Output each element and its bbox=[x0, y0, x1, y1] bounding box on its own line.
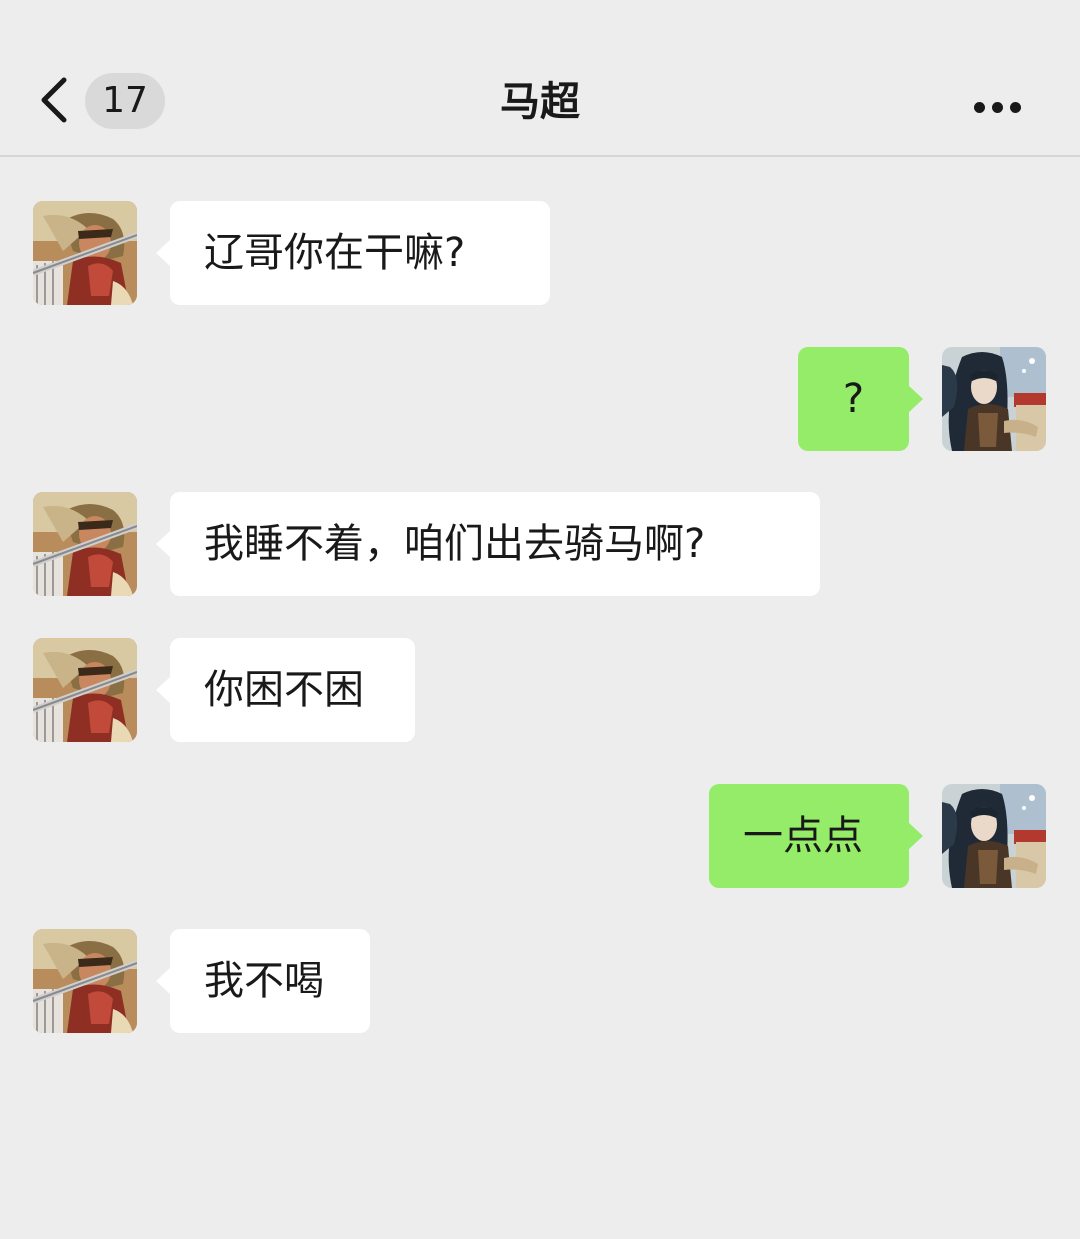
unread-count-badge[interactable]: 17 bbox=[85, 73, 165, 129]
message-bubble-outgoing[interactable]: ? bbox=[798, 347, 923, 451]
more-options-button[interactable] bbox=[962, 78, 1032, 132]
back-button[interactable] bbox=[30, 68, 80, 132]
message-bubble-outgoing[interactable]: 一点点 bbox=[709, 784, 923, 888]
my-avatar[interactable] bbox=[942, 347, 1046, 451]
my-avatar[interactable] bbox=[942, 784, 1046, 888]
message-bubble-incoming[interactable]: 你困不困 bbox=[156, 638, 415, 742]
chat-header: 17 马超 bbox=[0, 0, 1080, 157]
contact-avatar[interactable] bbox=[33, 638, 137, 742]
contact-avatar[interactable] bbox=[33, 201, 137, 305]
chat-title: 马超 bbox=[500, 79, 580, 125]
contact-avatar[interactable] bbox=[33, 929, 137, 1033]
ellipsis-icon bbox=[974, 102, 985, 113]
message-bubble-incoming[interactable]: 我睡不着，咱们出去骑马啊? bbox=[156, 492, 820, 596]
message-bubble-incoming[interactable]: 我不喝 bbox=[156, 929, 370, 1033]
contact-avatar[interactable] bbox=[33, 492, 137, 596]
message-bubble-incoming[interactable]: 辽哥你在干嘛? bbox=[156, 201, 550, 305]
chevron-left-icon bbox=[41, 77, 67, 123]
